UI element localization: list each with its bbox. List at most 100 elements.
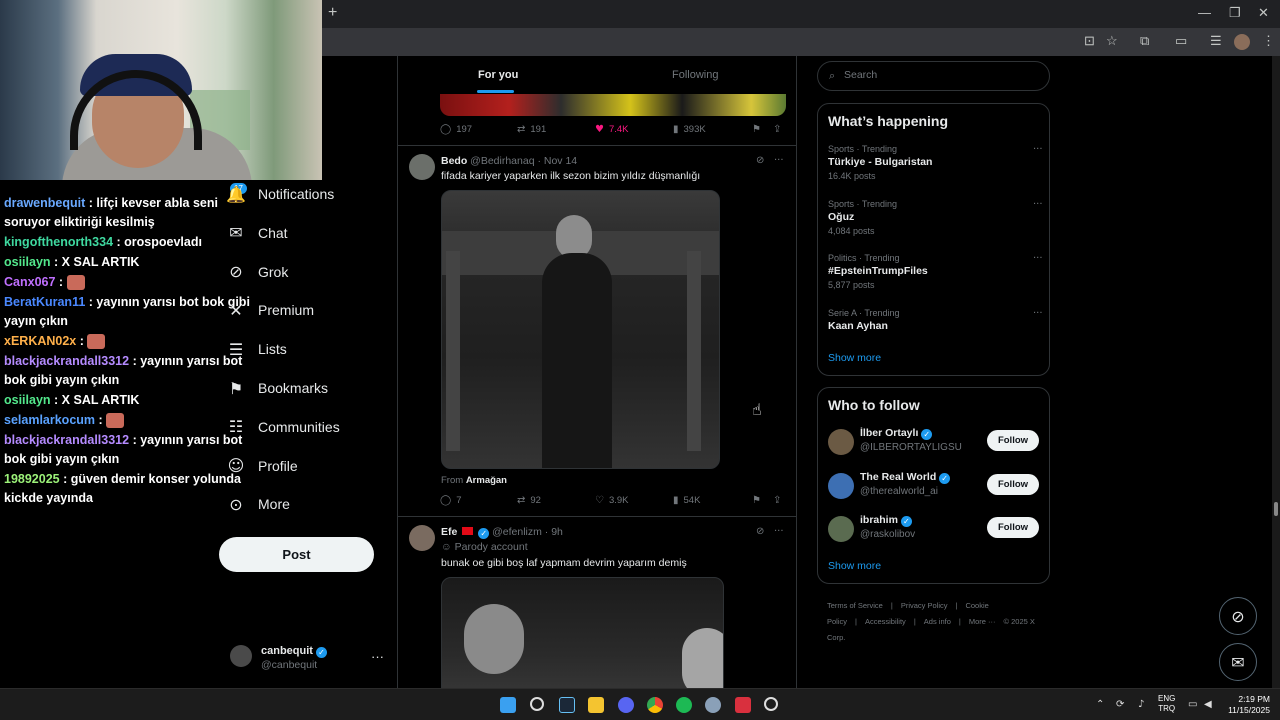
trend-more-icon[interactable]: ··· [1033, 308, 1043, 319]
tweet-author-name[interactable]: Bedo [441, 155, 467, 167]
scrollbar-thumb[interactable] [1274, 502, 1278, 516]
obs-icon[interactable] [764, 697, 778, 711]
trend-more-icon[interactable]: ··· [1033, 144, 1043, 155]
tweet-author-name[interactable]: Efe [441, 526, 457, 538]
messages-fab-icon[interactable]: ✉ [1219, 643, 1257, 681]
video-source-name[interactable]: Armağan [466, 475, 507, 486]
minimize-icon[interactable]: — [1198, 5, 1211, 20]
suggested-user-avatar[interactable] [828, 516, 854, 542]
media-controls-icon[interactable]: ☰ [1210, 33, 1222, 49]
page-scrollbar[interactable] [1272, 56, 1280, 688]
account-more-icon[interactable]: ··· [371, 649, 384, 664]
browser-menu-icon[interactable]: ⋮ [1262, 33, 1275, 49]
profile-avatar[interactable] [1234, 34, 1250, 50]
grok-icon[interactable]: ⊘ [756, 155, 764, 166]
tweet-avatar[interactable] [409, 525, 435, 551]
who-to-follow-item[interactable]: İlber Ortaylı ✓ @ILBERORTAYLIGSU Follow [828, 427, 1040, 461]
bookmark-button[interactable]: ⚑ [752, 124, 766, 135]
like-button[interactable]: ♡ 3.9K [595, 495, 629, 506]
suggested-user-name[interactable]: ibrahim ✓ [860, 514, 912, 527]
tweet-author-handle[interactable]: @efenlizm [492, 526, 542, 538]
follow-button[interactable]: Follow [987, 430, 1039, 451]
system-clock[interactable]: 2:19 PM 11/15/2025 [1222, 694, 1270, 716]
network-icon[interactable]: ▭ [1188, 699, 1197, 710]
footer-link[interactable]: Terms of Service [827, 601, 883, 610]
settings-icon[interactable] [705, 697, 721, 713]
suggested-user-name[interactable]: The Real World ✓ [860, 471, 951, 484]
tray-overflow-icon[interactable]: ⌃ [1096, 699, 1104, 710]
sidebar-item-notifications[interactable]: 🔔 Notifications [226, 180, 334, 208]
trend-more-icon[interactable]: ··· [1033, 199, 1043, 210]
tweet-time[interactable]: · 9h [545, 526, 563, 538]
tweet-more-icon[interactable]: ··· [774, 155, 784, 166]
post-button[interactable]: Post [219, 537, 374, 572]
reply-button[interactable]: ◯ 7 [440, 495, 462, 506]
who-to-follow-show-more[interactable]: Show more [828, 560, 881, 572]
trend-item[interactable]: Politics · Trending #EpsteinTrumpFiles 5,8… [828, 253, 1043, 290]
close-icon[interactable]: ✕ [1258, 5, 1269, 21]
search-input[interactable] [844, 69, 1034, 81]
previous-tweet-media[interactable] [440, 94, 786, 116]
tweet-avatar[interactable] [409, 154, 435, 180]
sidebar-item-bookmarks[interactable]: ⚑ Bookmarks [226, 374, 328, 402]
grok-fab-icon[interactable]: ⊘ [1219, 597, 1257, 635]
account-switcher[interactable]: canbequit ✓ @canbequit ··· [230, 643, 390, 677]
sidebar-item-grok[interactable]: ⊘ Grok [226, 258, 288, 286]
sidebar-item-premium[interactable]: ✕ Premium [226, 296, 314, 324]
tweet-video[interactable] [441, 190, 720, 469]
who-to-follow-item[interactable]: The Real World ✓ @therealworld_ai Follow [828, 471, 1040, 505]
views-button[interactable]: ▮ 393K [673, 124, 706, 135]
sidebar-item-chat[interactable]: ✉ Chat [226, 219, 287, 247]
who-to-follow-item[interactable]: ibrahim ✓ @raskolibov Follow [828, 514, 1040, 548]
bookmark-button[interactable]: ⚑ [752, 495, 766, 506]
tab-following[interactable]: Following [672, 69, 718, 81]
microphone-icon[interactable]: ♪ [1138, 699, 1144, 710]
volume-icon[interactable]: ◀ [1204, 699, 1212, 710]
tab-for-you[interactable]: For you [478, 69, 518, 81]
bookmark-star-icon[interactable]: ☆ [1106, 33, 1118, 49]
search-box[interactable]: ⌕ [817, 61, 1050, 91]
tweet-time[interactable]: · Nov 14 [537, 155, 577, 167]
steam-icon[interactable] [559, 697, 575, 713]
tray-app-icon[interactable]: ⟳ [1116, 699, 1124, 710]
share-button[interactable]: ⇪ [773, 495, 786, 506]
new-tab-plus-icon[interactable]: + [328, 4, 337, 22]
maximize-icon[interactable]: ❐ [1229, 5, 1241, 21]
trend-item[interactable]: Sports · Trending Oğuz 4,084 posts ··· [828, 199, 1043, 236]
suggested-user-name[interactable]: İlber Ortaylı ✓ [860, 427, 933, 440]
streaming-app-icon[interactable] [735, 697, 751, 713]
suggested-user-avatar[interactable] [828, 472, 854, 499]
footer-link[interactable]: Privacy Policy [901, 601, 948, 610]
views-button[interactable]: ▮ 54K [673, 495, 700, 506]
search-taskbar-icon[interactable] [530, 697, 544, 711]
chrome-icon[interactable] [647, 697, 663, 713]
repost-button[interactable]: ⇄ 191 [517, 124, 546, 135]
reply-button[interactable]: ◯ 197 [440, 124, 472, 135]
footer-link[interactable]: More ··· [969, 617, 996, 626]
follow-button[interactable]: Follow [987, 517, 1039, 538]
extensions-icon[interactable]: ⧉ [1140, 33, 1149, 49]
trend-more-icon[interactable]: ··· [1033, 253, 1043, 264]
follow-button[interactable]: Follow [987, 473, 1039, 495]
sidebar-item-profile[interactable]: ☺ Profile [226, 452, 298, 480]
start-icon[interactable] [500, 697, 516, 713]
suggested-user-avatar[interactable] [828, 429, 854, 455]
footer-link[interactable]: Accessibility [865, 617, 906, 626]
trend-item[interactable]: Sports · Trending Türkiye - Bulgaristan 16… [828, 144, 1043, 181]
discord-icon[interactable] [618, 697, 634, 713]
repost-button[interactable]: ⇄ 92 [517, 495, 541, 506]
tweet-more-icon[interactable]: ··· [774, 526, 784, 537]
sidebar-item-more[interactable]: ⊙ More [226, 490, 290, 518]
tweet-author-handle[interactable]: @Bedirhanaq [470, 155, 534, 167]
trend-item[interactable]: Serie A · Trending Kaan Ayhan ··· [828, 308, 1043, 332]
sidebar-item-lists[interactable]: ☰ Lists [226, 335, 287, 363]
spotify-icon[interactable] [676, 697, 692, 713]
tweet-video[interactable] [441, 577, 724, 688]
install-app-icon[interactable]: ⊡ [1084, 33, 1095, 49]
language-indicator[interactable]: ENG TRQ [1158, 694, 1175, 714]
footer-link[interactable]: Ads info [924, 617, 951, 626]
trends-show-more[interactable]: Show more [828, 352, 881, 364]
share-button[interactable]: ⇪ [773, 124, 786, 135]
grok-icon[interactable]: ⊘ [756, 526, 764, 537]
sidebar-item-communities[interactable]: ☷ Communities [226, 413, 340, 441]
